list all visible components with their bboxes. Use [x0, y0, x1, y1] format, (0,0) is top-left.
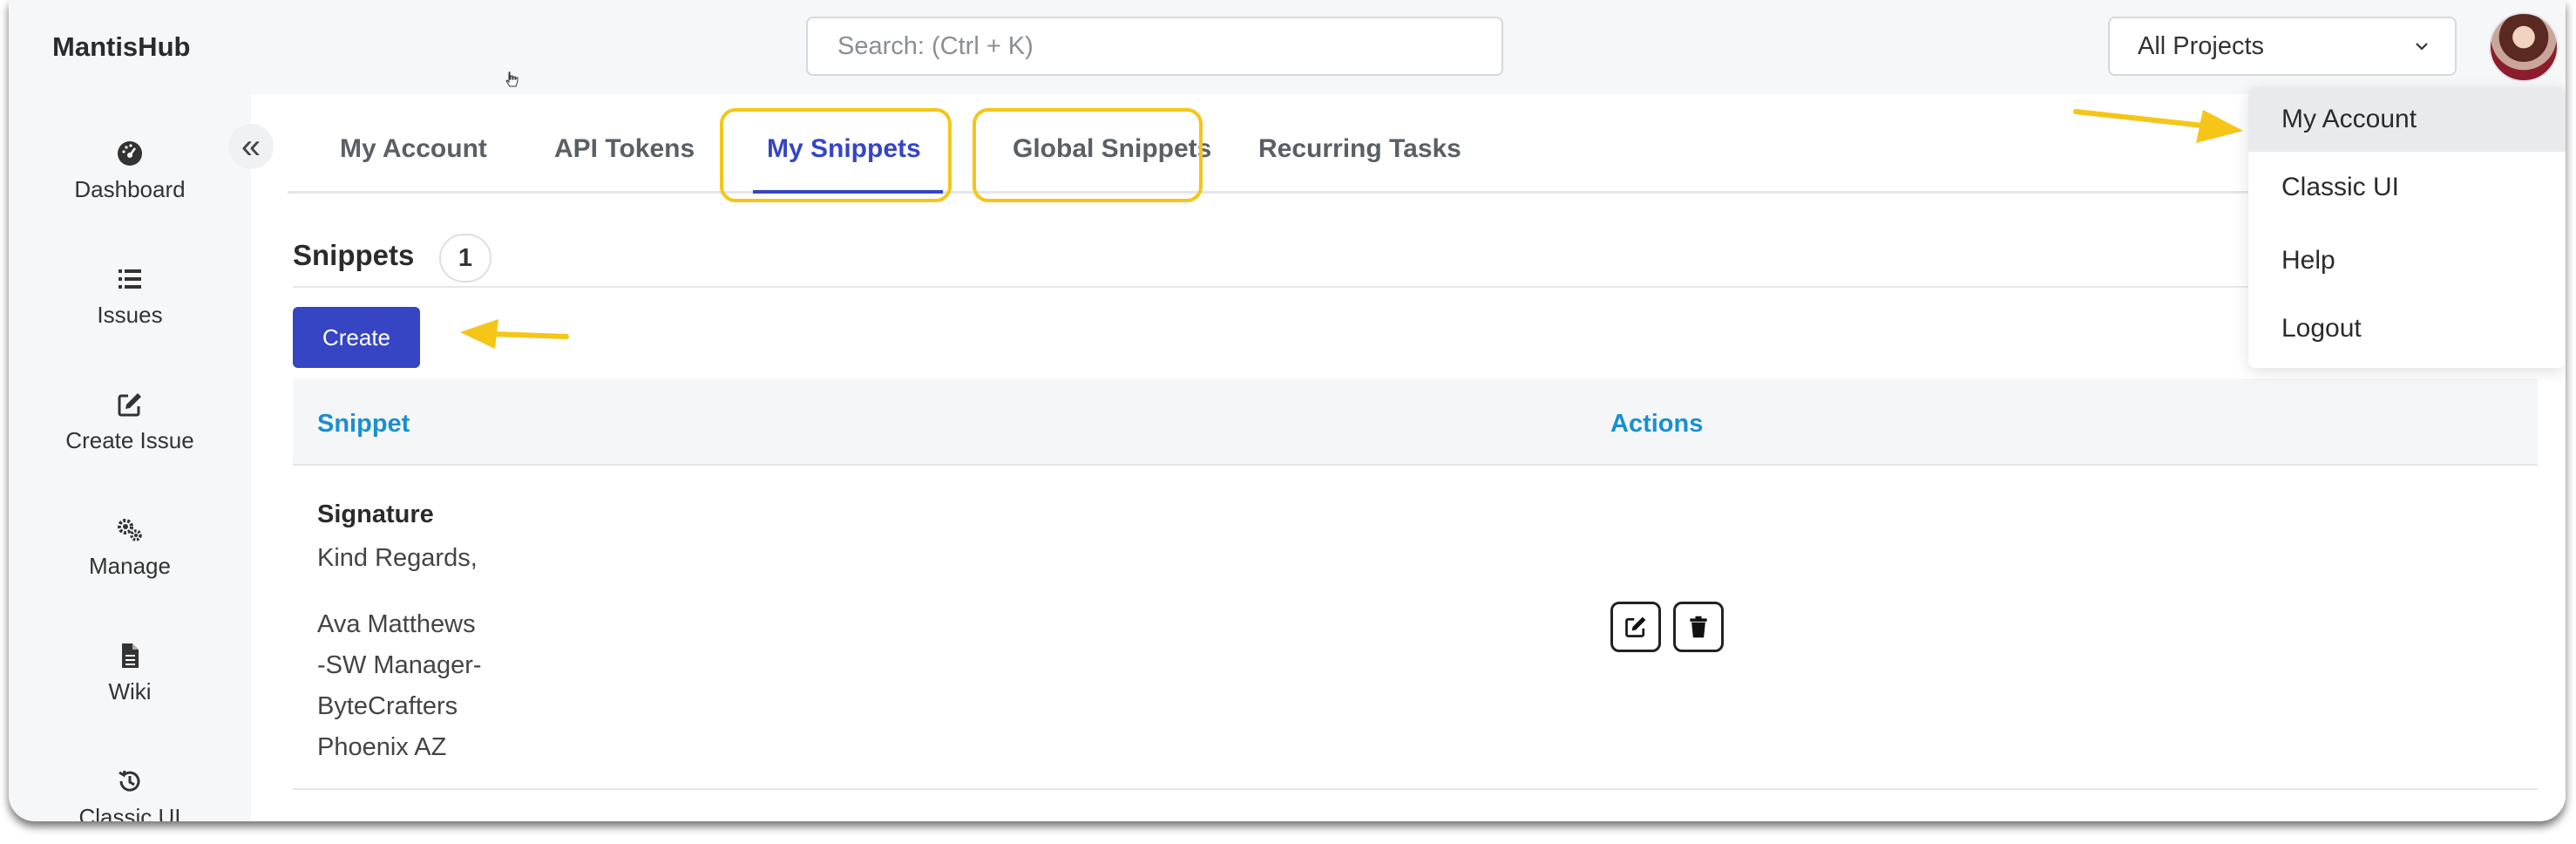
highlight-my-snippets [720, 108, 952, 202]
column-header-actions: Actions [1610, 410, 1704, 438]
trash-icon [1690, 616, 1707, 638]
main-content: My Account API Tokens My Snippets Global… [251, 94, 2566, 821]
menu-item-logout[interactable]: Logout [2248, 296, 2566, 361]
sidebar-item-label: Manage [89, 553, 171, 579]
sidebar-item-create-issue[interactable]: Create Issue [9, 391, 251, 454]
menu-item-my-account[interactable]: My Account [2248, 87, 2566, 152]
menu-item-classic-ui[interactable]: Classic UI [2248, 155, 2566, 220]
sidebar-item-dashboard[interactable]: Dashboard [9, 140, 251, 203]
sidebar: Dashboard Issues Create Issue Manage Wik… [9, 94, 251, 821]
snippet-line: Kind Regards, [317, 544, 478, 572]
gears-icon [118, 519, 142, 541]
section-title: Snippets [293, 239, 415, 271]
sidebar-item-issues[interactable]: Issues [9, 265, 251, 329]
user-avatar[interactable] [2489, 12, 2559, 82]
column-header-snippet[interactable]: Snippet [317, 410, 410, 439]
app-logo[interactable]: MantisHub [52, 31, 190, 63]
dashboard-icon [118, 141, 142, 166]
table-header: Snippet Actions [293, 378, 2538, 466]
user-menu: My Account Classic UI Help Logout [2248, 87, 2566, 368]
tab-api-tokens[interactable]: API Tokens [554, 134, 695, 164]
collapse-sidebar-button[interactable]: « [228, 124, 274, 169]
double-chevron-left-icon: « [241, 127, 261, 166]
snippet-line: -SW Manager- [317, 651, 482, 679]
project-selector-value: All Projects [2138, 31, 2265, 60]
annotation-arrow-my-account [2073, 109, 2243, 143]
divider [293, 286, 2512, 288]
edit-button[interactable] [1610, 602, 1661, 652]
sidebar-item-label: Classic UI [78, 804, 181, 821]
snippet-line: Phoenix AZ [317, 733, 447, 761]
menu-item-help[interactable]: Help [2248, 228, 2566, 293]
delete-button[interactable] [1673, 602, 1724, 652]
tab-my-account[interactable]: My Account [340, 134, 487, 164]
sidebar-item-label: Wiki [108, 678, 152, 704]
sidebar-item-label: Dashboard [74, 176, 186, 202]
app-window: MantisHub All Projects Dashboard [9, 0, 2566, 821]
sidebar-item-label: Create Issue [65, 427, 194, 453]
mouse-cursor-icon [505, 71, 519, 87]
snippet-line: ByteCrafters [317, 692, 458, 720]
document-icon [122, 643, 139, 668]
sidebar-item-label: Issues [97, 302, 163, 328]
count-badge: 1 [439, 234, 491, 282]
sidebar-item-wiki[interactable]: Wiki [9, 642, 251, 705]
annotation-arrow-create [460, 319, 569, 349]
history-icon [119, 770, 140, 792]
table-row: Signature Kind Regards, Ava Matthews -SW… [293, 467, 2538, 790]
snippet-line: Ava Matthews [317, 610, 476, 638]
sidebar-item-classic-ui[interactable]: Classic UI [9, 767, 251, 821]
project-selector[interactable]: All Projects [2108, 17, 2457, 76]
create-button[interactable]: Create [293, 307, 420, 368]
edit-icon [1625, 616, 1646, 637]
sidebar-item-manage[interactable]: Manage [9, 516, 251, 580]
search-input[interactable] [806, 17, 1503, 76]
chevron-down-icon [2416, 43, 2428, 51]
highlight-global-snippets [973, 108, 1203, 202]
snippet-title: Signature [317, 500, 434, 528]
edit-icon [118, 393, 141, 417]
tab-recurring-tasks[interactable]: Recurring Tasks [1258, 134, 1461, 164]
list-icon [119, 269, 141, 289]
